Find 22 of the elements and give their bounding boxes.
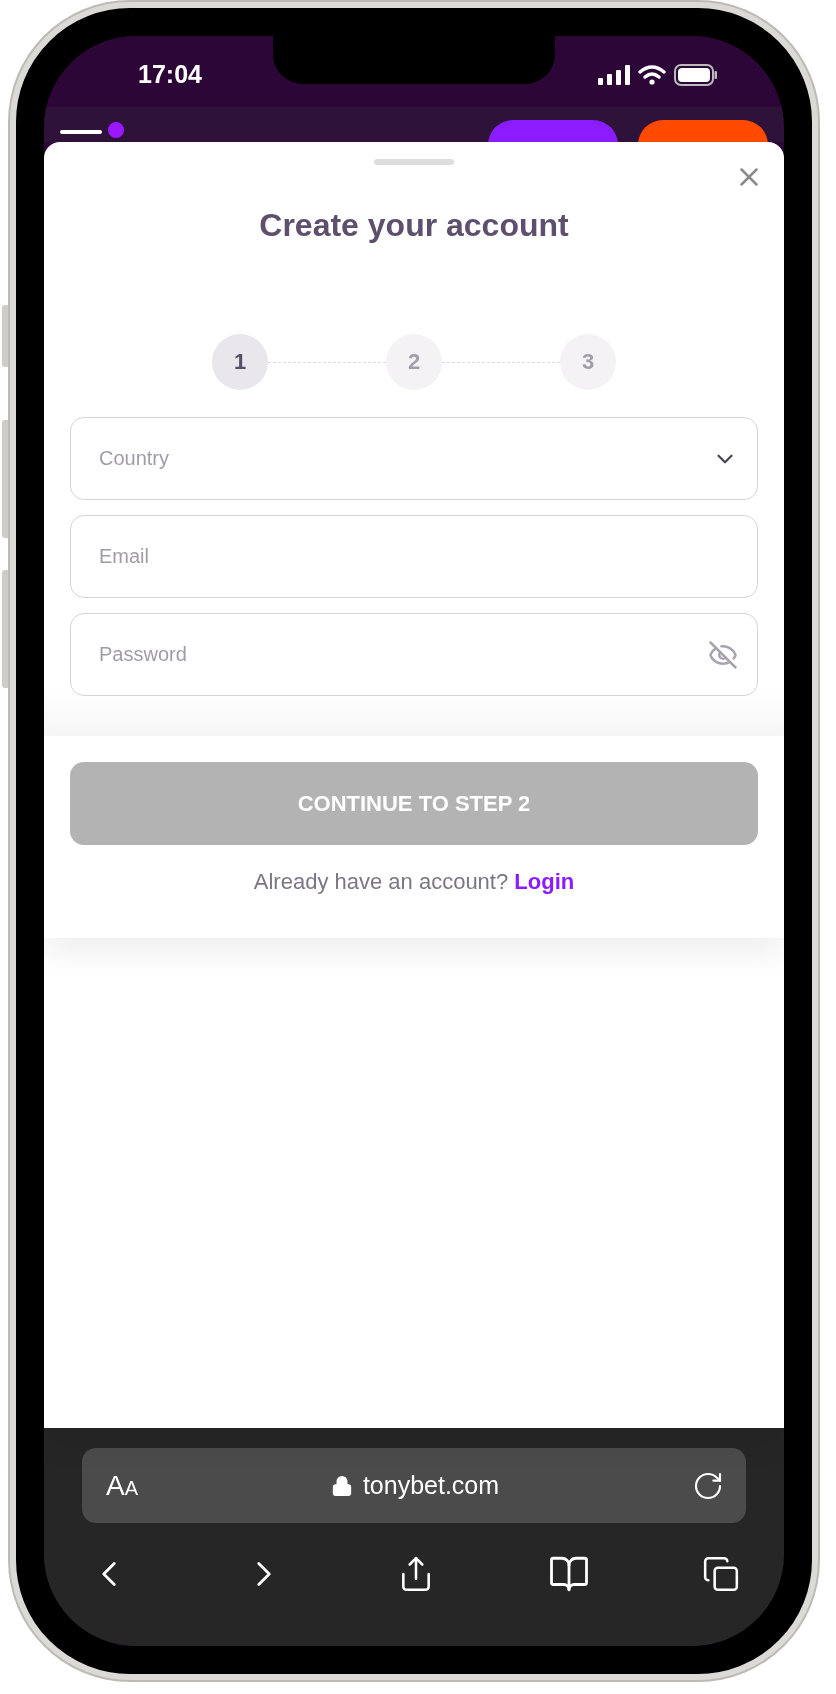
battery-icon: [674, 63, 718, 86]
menu-icon[interactable]: [60, 130, 102, 134]
country-select[interactable]: Country: [70, 417, 758, 500]
step-indicator: 2: [386, 334, 442, 390]
step-indicator: 3: [560, 334, 616, 390]
tabs-button[interactable]: [702, 1555, 740, 1593]
login-prompt: Already have an account? Login: [252, 869, 576, 895]
text-size-button[interactable]: AA: [106, 1469, 139, 1502]
tabs-icon: [702, 1555, 740, 1593]
logo-icon: [108, 122, 124, 138]
address-bar[interactable]: AA tonybet.com: [82, 1448, 746, 1523]
clock-time: 17:04: [138, 60, 202, 89]
sheet-title: Create your account: [258, 207, 570, 244]
url-text: tonybet.com: [362, 1471, 500, 1500]
password-field[interactable]: Password: [70, 613, 758, 696]
step-indicator: 1: [212, 334, 268, 390]
wifi-icon: [638, 64, 666, 85]
login-link[interactable]: Login: [514, 869, 575, 894]
drag-handle[interactable]: [374, 159, 454, 165]
email-field[interactable]: Email: [70, 515, 758, 598]
lock-icon: [330, 1474, 353, 1497]
signal-icon: [598, 64, 630, 85]
